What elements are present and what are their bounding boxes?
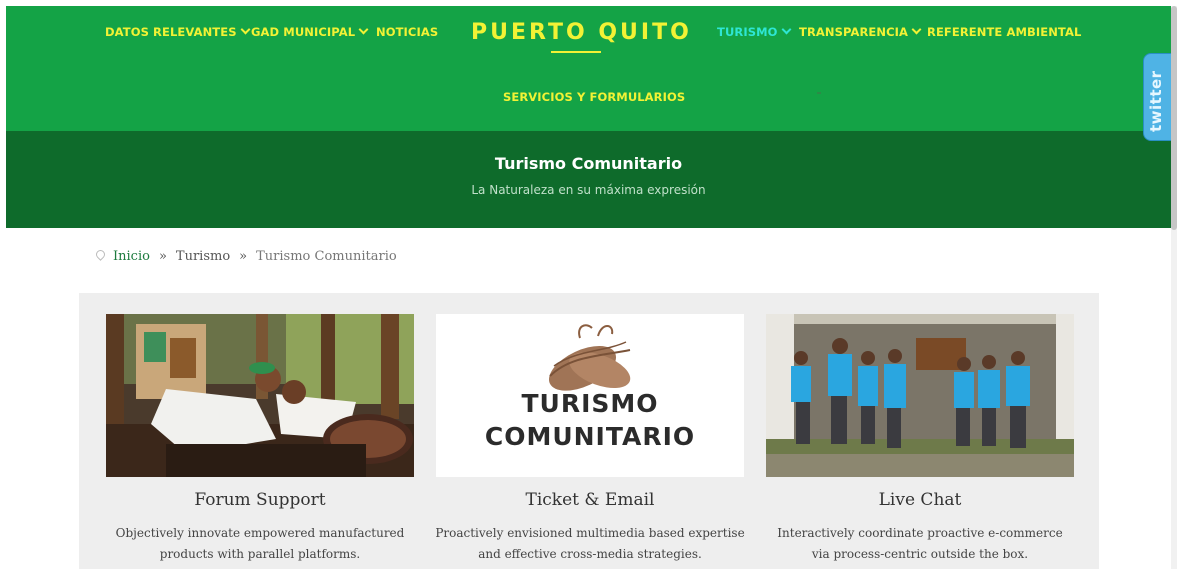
nav-item-datos-relevantes[interactable]: DATOS RELEVANTES [105, 24, 251, 39]
breadcrumb-link-turismo[interactable]: Turismo [176, 249, 230, 264]
decorative-dot [817, 92, 821, 94]
breadcrumb-current: Turismo Comunitario [256, 249, 397, 264]
nav-item-label: TURISMO [717, 25, 778, 39]
card-description: Proactively envisioned multimedia based … [416, 523, 764, 565]
card-description-line: Interactively coordinate proactive e-com… [777, 526, 1063, 540]
map-pin-icon [94, 248, 107, 261]
chevron-down-icon [358, 24, 369, 35]
card-description-line: products with parallel platforms. [159, 547, 361, 561]
nav-item-label: GAD MUNICIPAL [251, 25, 356, 39]
breadcrumb-separator: » [239, 249, 248, 264]
card-title[interactable]: Forum Support [86, 490, 434, 510]
card-image[interactable]: TURISMO COMUNITARIO [436, 314, 744, 477]
forum-support-photo [106, 314, 414, 477]
card-description-line: and effective cross-media strategies. [478, 547, 702, 561]
chevron-down-icon [781, 24, 791, 35]
breadcrumb: Inicio » Turismo » Turismo Comunitario [94, 248, 397, 264]
breadcrumb-separator: » [158, 249, 167, 264]
card-description-line: Objectively innovate empowered manufactu… [115, 526, 405, 540]
nav-item-gad-municipal[interactable]: GAD MUNICIPAL [251, 24, 369, 39]
twitter-icon: twitter [1147, 70, 1165, 132]
nav-item-label: SERVICIOS Y FORMULARIOS [503, 90, 686, 104]
chevron-down-icon [911, 24, 922, 35]
nav-item-label: TRANSPARENCIA [799, 25, 909, 39]
turismo-comunitario-logo-text: TURISMO COMUNITARIO [436, 387, 744, 453]
page-subtitle: La Naturaleza en su máxima expresión [471, 183, 706, 197]
card-image[interactable] [766, 314, 1074, 477]
scrollbar-thumb[interactable] [1171, 6, 1177, 230]
card-description: Interactively coordinate proactive e-com… [746, 523, 1094, 565]
logo-text-line: COMUNITARIO [484, 422, 696, 451]
page-title: Turismo Comunitario [494, 154, 683, 173]
page-hero: Turismo Comunitario La Naturaleza en su … [6, 131, 1171, 228]
live-chat-photo [766, 314, 1074, 477]
services-section: Forum Support Objectively innovate empow… [79, 293, 1099, 569]
nav-item-label: REFERENTE AMBIENTAL [927, 25, 1082, 39]
chevron-down-icon [240, 24, 251, 35]
logo-text-line: TURISMO [521, 389, 659, 418]
card-description-line: Proactively envisioned multimedia based … [435, 526, 745, 540]
nav-item-label: DATOS RELEVANTES [105, 25, 237, 39]
brand-underline [551, 51, 601, 53]
page: DATOS RELEVANTES GAD MUNICIPAL NOTICIAS … [6, 6, 1171, 569]
nav-item-noticias[interactable]: NOTICIAS [376, 25, 438, 39]
nav-item-label: NOTICIAS [376, 25, 439, 39]
site-brand[interactable]: PUERTO QUITO [471, 20, 692, 45]
card-title[interactable]: Live Chat [746, 490, 1094, 510]
nav-item-referente-ambiental[interactable]: REFERENTE AMBIENTAL [927, 25, 1081, 39]
card-description-line: via process-centric outside the box. [811, 547, 1029, 561]
nav-item-turismo[interactable]: TURISMO [717, 24, 791, 39]
breadcrumb-link-inicio[interactable]: Inicio [113, 249, 150, 264]
nav-item-transparencia[interactable]: TRANSPARENCIA [799, 24, 922, 39]
main-navigation: DATOS RELEVANTES GAD MUNICIPAL NOTICIAS … [6, 6, 1171, 131]
card-description: Objectively innovate empowered manufactu… [86, 523, 434, 565]
card-image[interactable] [106, 314, 414, 477]
card-title[interactable]: Ticket & Email [416, 490, 764, 510]
nav-item-servicios-formularios[interactable]: SERVICIOS Y FORMULARIOS [503, 90, 685, 104]
